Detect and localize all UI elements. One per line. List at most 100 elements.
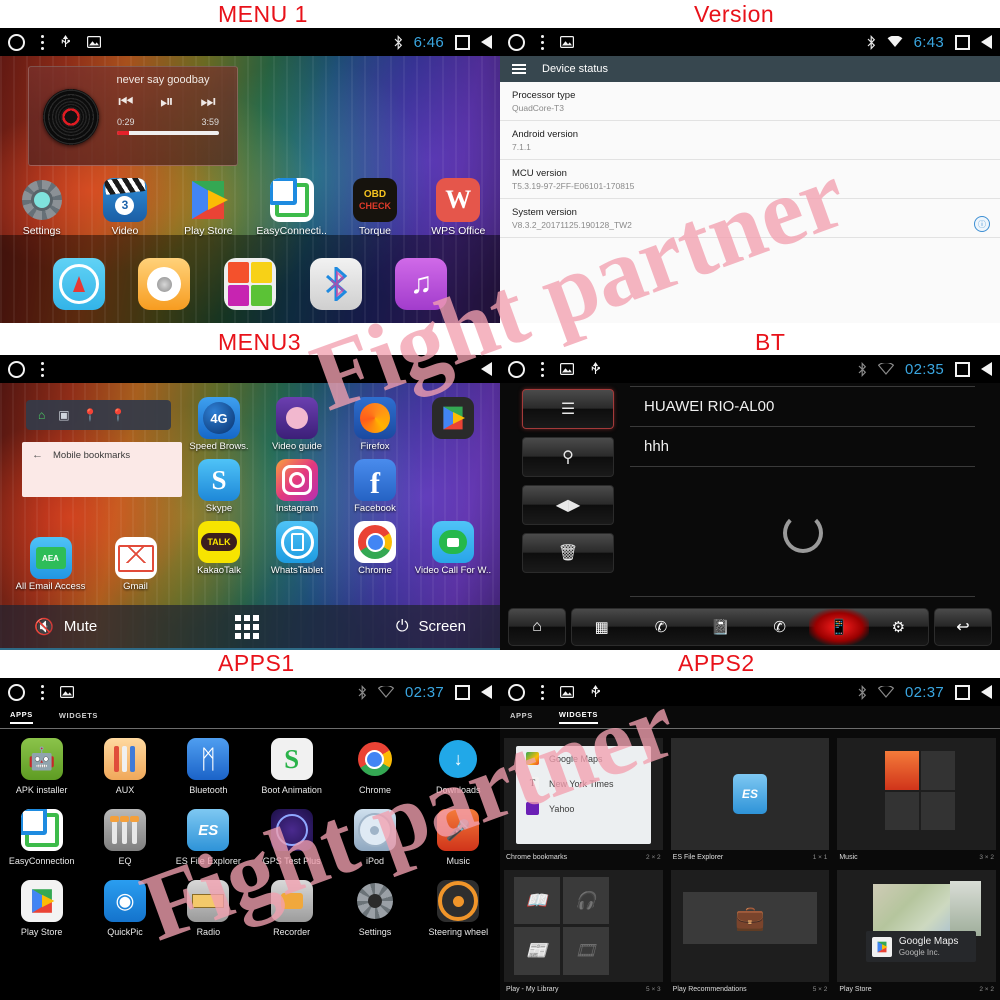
- app-radio[interactable]: Radio: [167, 880, 250, 937]
- app-quickpic[interactable]: ◉ QuickPic: [83, 880, 166, 937]
- incoming-call-button[interactable]: ✆: [631, 609, 690, 645]
- dock-apps[interactable]: [207, 258, 293, 310]
- app-play-store[interactable]: Play Store: [414, 397, 492, 452]
- app-facebook[interactable]: f Facebook: [336, 459, 414, 514]
- recents-square-icon[interactable]: [455, 34, 470, 50]
- settings-button[interactable]: ⚙: [869, 609, 928, 645]
- contacts-list-button[interactable]: ☰: [522, 389, 614, 429]
- app-gps-test-plus[interactable]: GPS Test Plus: [250, 809, 333, 866]
- pin-alt-icon[interactable]: 📍: [111, 409, 126, 421]
- tab-widgets[interactable]: WIDGETS: [558, 710, 599, 724]
- home-circle-icon[interactable]: [508, 33, 525, 51]
- list-item[interactable]: HUAWEI RIO-AL00: [630, 387, 975, 427]
- mobile-bookmarks-card[interactable]: ← Mobile bookmarks: [22, 442, 182, 497]
- previous-icon[interactable]: ⏮: [118, 93, 133, 110]
- music-player-widget[interactable]: never say goodbay ⏮ ⏯ ⏭ 0:29 3:59: [28, 66, 238, 166]
- app-video-guide[interactable]: Video guide: [258, 397, 336, 452]
- app-wps-office[interactable]: W WPS Office: [417, 178, 500, 237]
- mute-button[interactable]: 🔇 Mute: [34, 617, 97, 637]
- widget-play-recommendations[interactable]: 💼 Play Recommendations 5 × 2: [670, 870, 830, 996]
- recents-square-icon[interactable]: [955, 684, 970, 700]
- app-easyconnection[interactable]: EasyConnection: [0, 809, 83, 866]
- app-steering-wheel[interactable]: Steering wheel: [417, 880, 500, 937]
- app-speed-browser[interactable]: 4G Speed Brows.: [180, 397, 258, 452]
- list-item[interactable]: Processor type QuadCore-T3: [500, 82, 1000, 121]
- overflow-dots-icon[interactable]: [541, 34, 544, 50]
- seek-bar[interactable]: [117, 131, 219, 135]
- app-eq[interactable]: EQ: [83, 809, 166, 866]
- back-button[interactable]: ↩: [934, 607, 992, 646]
- app-downloads[interactable]: ↓ Downloads: [417, 738, 500, 795]
- back-triangle-icon[interactable]: [481, 35, 492, 49]
- list-item[interactable]: hhh: [630, 427, 975, 467]
- app-apk-installer[interactable]: 🤖 APK installer: [0, 738, 83, 795]
- app-play-store[interactable]: Play Store: [0, 880, 83, 937]
- app-torque[interactable]: OBD CHECK Torque: [333, 178, 416, 237]
- app-settings[interactable]: Settings: [0, 178, 83, 237]
- app-kakaotalk[interactable]: TALK KakaoTalk: [180, 521, 258, 576]
- app-firefox[interactable]: Firefox: [336, 397, 414, 452]
- overflow-dots-icon[interactable]: [41, 34, 44, 50]
- dialpad-button[interactable]: ▦: [572, 609, 631, 645]
- back-triangle-icon[interactable]: [481, 362, 492, 376]
- app-boot-animation[interactable]: S Boot Animation: [250, 738, 333, 795]
- app-bluetooth[interactable]: ᛗ Bluetooth: [167, 738, 250, 795]
- overflow-dots-icon[interactable]: [541, 361, 544, 377]
- home-button[interactable]: ⌂: [508, 607, 566, 646]
- list-item[interactable]: System version V8.3.2_20171125.190128_TW…: [500, 199, 1000, 238]
- dock-music[interactable]: ♫: [378, 258, 464, 310]
- back-triangle-icon[interactable]: [981, 685, 992, 699]
- dock-radio[interactable]: [122, 258, 208, 310]
- recents-square-icon[interactable]: [455, 684, 470, 700]
- app-skype[interactable]: S Skype: [180, 459, 258, 514]
- overflow-dots-icon[interactable]: [541, 684, 544, 700]
- tv-icon[interactable]: ▣: [58, 409, 69, 421]
- back-arrow-icon[interactable]: ←: [32, 450, 43, 461]
- screen-button[interactable]: ⏻ Screen: [396, 618, 466, 636]
- list-item[interactable]: MCU version T5.3.19-97-2FF-E06101-170815: [500, 160, 1000, 199]
- widget-play-my-library[interactable]: 📖 🎧 📰 🎞 Play - My Library 5 × 3: [504, 870, 663, 996]
- app-easyconnection[interactable]: EasyConnecti..: [250, 178, 333, 237]
- tab-apps[interactable]: APPS: [10, 710, 33, 724]
- bookmark-toolbar[interactable]: ⌂ ▣ 📍 📍: [26, 400, 171, 430]
- app-recorder[interactable]: Recorder: [250, 880, 333, 937]
- app-settings[interactable]: Settings: [333, 880, 416, 937]
- bt-phone-button[interactable]: 📱: [809, 608, 869, 645]
- transfer-button[interactable]: ◀▶: [522, 485, 614, 525]
- app-all-email-access[interactable]: AEA All Email Access: [8, 537, 93, 592]
- app-gmail[interactable]: Gmail: [93, 537, 178, 592]
- pin-icon[interactable]: 📍: [83, 409, 98, 421]
- app-ipod[interactable]: iPod: [333, 809, 416, 866]
- app-video[interactable]: 3 Video: [83, 178, 166, 237]
- home-circle-icon[interactable]: [8, 360, 25, 378]
- list-item[interactable]: Android version 7.1.1: [500, 121, 1000, 160]
- app-video-call[interactable]: Video Call For W..: [414, 521, 492, 576]
- widget-es-file-explorer[interactable]: ES ES File Explorer 1 × 1: [670, 738, 830, 864]
- app-whatstablet[interactable]: WhatsTablet: [258, 521, 336, 576]
- play-pause-icon[interactable]: ⏯: [160, 93, 174, 110]
- home-circle-icon[interactable]: [8, 683, 25, 701]
- info-badge-icon[interactable]: ⓘ: [974, 216, 990, 232]
- apps-grid-icon[interactable]: [234, 614, 259, 639]
- call-history-button[interactable]: ✆: [750, 609, 809, 645]
- tab-apps[interactable]: APPS: [510, 711, 533, 723]
- overflow-dots-icon[interactable]: [41, 684, 44, 700]
- home-icon[interactable]: ⌂: [38, 409, 45, 421]
- back-triangle-icon[interactable]: [481, 685, 492, 699]
- delete-button[interactable]: 🗑: [522, 533, 614, 573]
- app-music[interactable]: 🎤 Music: [417, 809, 500, 866]
- app-play-store[interactable]: Play Store: [167, 178, 250, 237]
- widget-play-store[interactable]: Google Maps Google Inc. Play Store 2 × 2: [837, 870, 997, 996]
- dock-bluetooth[interactable]: [293, 258, 379, 310]
- dock-navigation[interactable]: [36, 258, 122, 310]
- home-circle-icon[interactable]: [508, 683, 525, 701]
- recents-square-icon[interactable]: [955, 361, 970, 377]
- recents-square-icon[interactable]: [955, 34, 970, 50]
- contacts-book-button[interactable]: 📓: [691, 609, 750, 645]
- app-chrome[interactable]: Chrome: [336, 521, 414, 576]
- app-chrome[interactable]: Chrome: [333, 738, 416, 795]
- home-circle-icon[interactable]: [8, 33, 25, 51]
- overflow-dots-icon[interactable]: [41, 361, 44, 377]
- back-triangle-icon[interactable]: [981, 362, 992, 376]
- app-es-file-explorer[interactable]: ES ES File Explorer: [167, 809, 250, 866]
